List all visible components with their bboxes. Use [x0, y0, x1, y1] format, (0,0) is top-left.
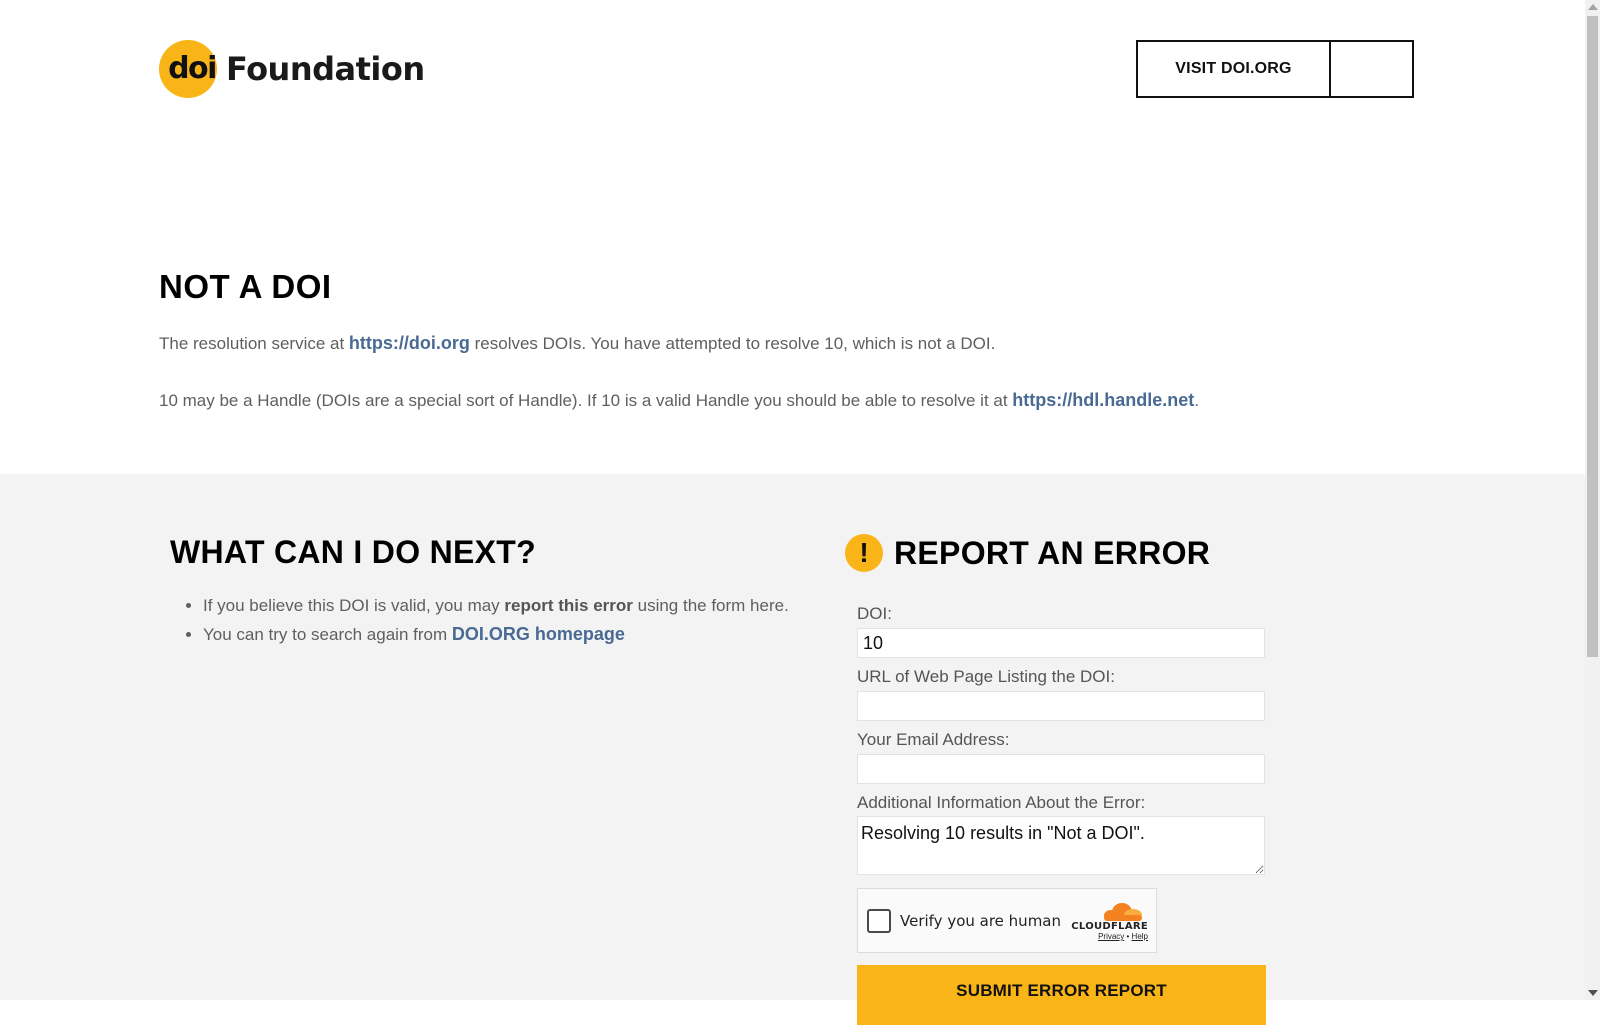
- text: resolves DOIs. You have attempted to res…: [469, 334, 996, 353]
- page-title: NOT A DOI: [159, 268, 332, 305]
- help-link[interactable]: Help: [1132, 932, 1148, 941]
- report-header: ! REPORT AN ERROR: [845, 534, 1210, 572]
- email-input[interactable]: [857, 754, 1265, 784]
- logo-wordmark: Foundation: [226, 50, 425, 88]
- email-label: Your Email Address:: [857, 730, 1010, 749]
- text: .: [1194, 391, 1200, 410]
- next-steps-list: If you believe this DOI is valid, you ma…: [183, 596, 789, 653]
- doi-org-homepage-link[interactable]: DOI.ORG homepage: [452, 624, 625, 644]
- text: using the form here.: [632, 596, 789, 615]
- page: doi Foundation VISIT DOI.ORG NOT A DOI T…: [0, 0, 1585, 1025]
- url-input[interactable]: [857, 691, 1265, 721]
- list-item: You can try to search again from DOI.ORG…: [203, 624, 789, 645]
- text: If you believe this DOI is valid, you ma…: [203, 596, 505, 615]
- next-steps-title: WHAT CAN I DO NEXT?: [170, 534, 536, 570]
- scroll-up-icon[interactable]: [1588, 4, 1598, 10]
- cloudflare-cloud-icon: [1100, 901, 1144, 921]
- header-nav: VISIT DOI.ORG: [1136, 40, 1414, 98]
- separator: •: [1124, 932, 1132, 941]
- privacy-link[interactable]: Privacy: [1098, 932, 1124, 941]
- scroll-down-icon[interactable]: [1588, 990, 1598, 996]
- url-label: URL of Web Page Listing the DOI:: [857, 667, 1115, 686]
- vertical-scrollbar[interactable]: [1585, 0, 1600, 1000]
- text: You can try to search again from: [203, 625, 452, 644]
- cloudflare-branding: CLOUDFLARE Privacy • Help: [1071, 901, 1148, 941]
- captcha-widget: Verify you are human CLOUDFLARE Privacy …: [857, 888, 1157, 953]
- list-item: If you believe this DOI is valid, you ma…: [203, 596, 789, 616]
- report-error-text: report this error: [504, 596, 633, 615]
- resolution-paragraph: The resolution service at https://doi.or…: [159, 333, 995, 354]
- report-title: REPORT AN ERROR: [894, 534, 1211, 571]
- captcha-links: Privacy • Help: [1071, 932, 1148, 941]
- logo-mark: doi: [159, 40, 217, 98]
- text: 10 may be a Handle (DOIs are a special s…: [159, 391, 1013, 410]
- handle-net-link[interactable]: https://hdl.handle.net: [1012, 390, 1194, 410]
- doi-org-link[interactable]: https://doi.org: [349, 333, 470, 353]
- warning-icon: !: [845, 534, 883, 572]
- captcha-checkbox[interactable]: [867, 908, 891, 933]
- doi-input[interactable]: [857, 628, 1265, 658]
- submit-error-report-button[interactable]: SUBMIT ERROR REPORT: [857, 965, 1266, 1025]
- menu-button[interactable]: [1331, 42, 1412, 96]
- visit-doi-org-button[interactable]: VISIT DOI.ORG: [1138, 42, 1331, 96]
- doi-foundation-logo[interactable]: doi Foundation: [159, 40, 425, 98]
- scrollbar-thumb[interactable]: [1587, 16, 1598, 657]
- captcha-label: Verify you are human: [900, 911, 1062, 930]
- handle-paragraph: 10 may be a Handle (DOIs are a special s…: [159, 390, 1199, 411]
- cloudflare-name: CLOUDFLARE: [1071, 921, 1148, 932]
- text: The resolution service at: [159, 334, 349, 353]
- info-label: Additional Information About the Error:: [857, 793, 1146, 812]
- info-textarea[interactable]: Resolving 10 results in "Not a DOI".: [857, 816, 1265, 875]
- doi-label: DOI:: [857, 604, 892, 623]
